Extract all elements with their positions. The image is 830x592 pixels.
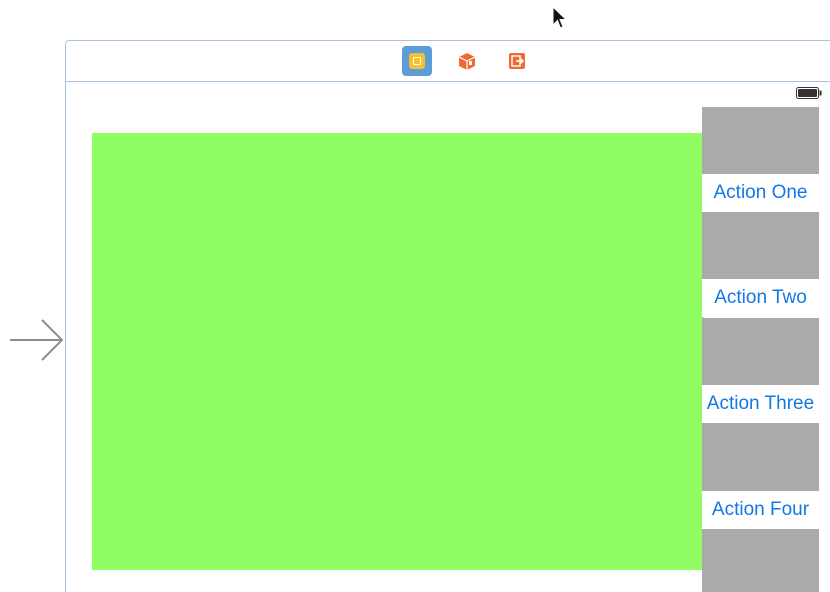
first-responder-icon[interactable] xyxy=(452,46,482,76)
action-panel: Action One Action Two Action Three Actio… xyxy=(702,107,819,592)
storyboard-canvas: Action One Action Two Action Three Actio… xyxy=(0,0,830,592)
battery-icon xyxy=(796,87,822,99)
placeholder-view xyxy=(702,107,819,174)
view-controller-icon[interactable] xyxy=(402,46,432,76)
action-four-button[interactable]: Action Four xyxy=(702,491,819,529)
placeholder-view xyxy=(702,212,819,279)
exit-icon[interactable] xyxy=(502,46,532,76)
placeholder-view xyxy=(702,318,819,385)
placeholder-view xyxy=(702,423,819,491)
scene-dock xyxy=(66,41,830,82)
placeholder-view xyxy=(702,529,819,592)
action-one-button[interactable]: Action One xyxy=(702,174,819,212)
green-content-view[interactable] xyxy=(92,133,704,570)
mouse-cursor-icon xyxy=(552,6,568,29)
action-three-button[interactable]: Action Three xyxy=(702,385,819,423)
action-two-button[interactable]: Action Two xyxy=(702,279,819,317)
storyboard-entry-arrow-icon[interactable] xyxy=(8,318,66,362)
